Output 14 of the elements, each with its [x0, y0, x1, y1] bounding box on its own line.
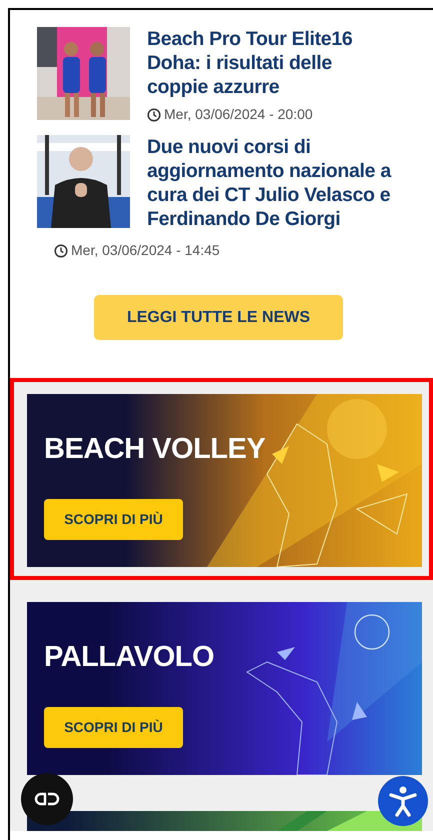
sport-banner[interactable]: PALLAVOLO SCOPRI DI PIÙ [27, 602, 422, 775]
banner-title: BEACH VOLLEY [44, 432, 266, 466]
clock-icon [54, 244, 68, 258]
discover-more-button[interactable]: SCOPRI DI PIÙ [44, 707, 183, 748]
discover-more-button[interactable]: SCOPRI DI PIÙ [44, 499, 183, 540]
all-news-button[interactable]: LEGGI TUTTE LE NEWS [94, 295, 343, 340]
clock-icon [147, 108, 161, 122]
news-title[interactable]: Beach Pro Tour Elite16 Doha: i risultati delle coppie azzurre [147, 27, 397, 99]
news-date: Mer, 03/06/2024 - 20:00 [164, 105, 313, 124]
banner-title: PALLAVOLO [44, 640, 214, 674]
accessibility-icon [388, 785, 418, 817]
news-date: Mer, 03/06/2024 - 14:45 [71, 241, 220, 260]
news-title[interactable]: Due nuovi corsi di aggiornamento nazionale a cura dei CT Julio Velasco e Ferdinando De Giorgi [147, 135, 397, 231]
link-icon [34, 792, 60, 806]
